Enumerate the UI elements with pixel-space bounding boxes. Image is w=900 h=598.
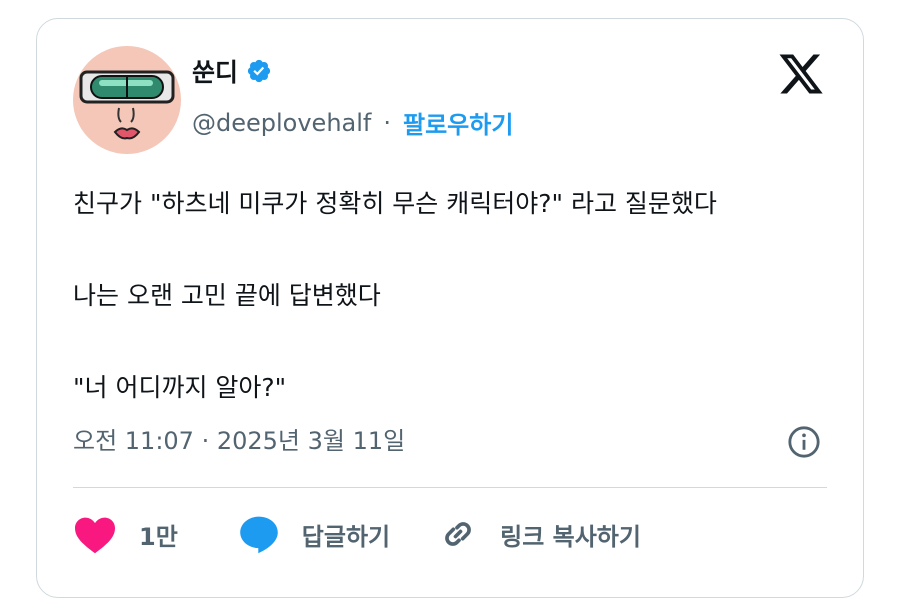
tweet-paragraph: 친구가 "하츠네 미쿠가 정확히 무슨 캐릭터야?" 라고 질문했다	[73, 189, 717, 218]
copy-link-button[interactable]: 링크 복사하기	[438, 514, 641, 554]
handle-line: @deeplovehalf · 팔로우하기	[192, 105, 513, 140]
author-handle[interactable]: @deeplovehalf	[192, 109, 371, 137]
author-name[interactable]: 쑨디	[192, 53, 272, 89]
verified-badge-icon	[247, 59, 271, 83]
tweet-timestamp[interactable]: 오전 11:07 · 2025년 3월 11일	[73, 421, 405, 456]
reply-label: 답글하기	[301, 522, 391, 551]
avatar[interactable]	[73, 46, 181, 154]
copy-link-label: 링크 복사하기	[500, 522, 641, 551]
like-count: 1만	[139, 522, 178, 551]
author-name-text: 쑨디	[192, 58, 239, 87]
tweet-paragraph: 나는 오랜 고민 끝에 답변했다	[73, 281, 381, 310]
link-icon	[445, 522, 471, 546]
follow-button[interactable]: 팔로우하기	[403, 105, 513, 140]
avatar-image	[73, 46, 181, 154]
tweet-paragraph: "너 어디까지 알아?"	[73, 373, 287, 402]
info-icon[interactable]	[787, 425, 821, 459]
tweet-card: 쑨디 @deeplovehalf · 팔로우하기 친구가 "하츠네 미쿠가 정확…	[36, 18, 864, 598]
action-bar: 1만 답글하기 링크 복사하기	[73, 509, 641, 559]
like-button[interactable]: 1만	[73, 514, 178, 554]
divider	[73, 487, 827, 488]
heart-icon	[75, 517, 115, 554]
reply-button[interactable]: 답글하기	[238, 514, 390, 554]
tweet-text: 친구가 "하츠네 미쿠가 정확히 무슨 캐릭터야?" 라고 질문했다 나는 오랜…	[73, 181, 833, 411]
speech-bubble-icon	[239, 516, 278, 554]
x-logo-icon[interactable]	[777, 50, 825, 98]
separator-dot: ·	[383, 108, 391, 137]
